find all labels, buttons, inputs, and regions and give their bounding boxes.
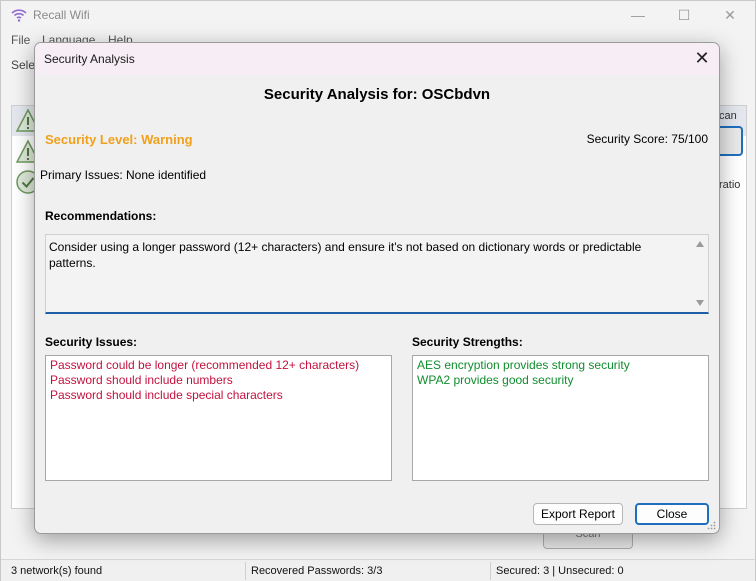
dialog-titlebar: Security Analysis ✕	[35, 43, 719, 75]
status-recovered: Recovered Passwords: 3/3	[251, 565, 383, 577]
list-item[interactable]: WPA2 provides good security	[417, 373, 704, 388]
recommendations-textbox[interactable]: Consider using a longer password (12+ ch…	[45, 234, 709, 314]
security-issues-list[interactable]: Password could be longer (recommended 12…	[45, 355, 392, 481]
list-item[interactable]: Password should include special characte…	[50, 388, 387, 403]
row-text-3: ratio	[719, 179, 741, 191]
status-networks: 3 network(s) found	[11, 565, 103, 577]
list-item[interactable]: Password should include numbers	[50, 373, 387, 388]
recommendations-scrollbar[interactable]	[692, 235, 708, 312]
security-strengths-list[interactable]: AES encryption provides strong security …	[412, 355, 709, 481]
app-title: Recall Wifi	[33, 8, 90, 22]
primary-issues: Primary Issues: None identified	[40, 168, 207, 182]
window-close-button[interactable]: ✕	[707, 1, 753, 29]
recommendations-text: Consider using a longer password (12+ ch…	[49, 240, 642, 270]
close-button[interactable]: Close	[635, 503, 709, 525]
statusbar: 3 network(s) found Recovered Passwords: …	[1, 559, 755, 581]
status-separator	[490, 562, 491, 580]
security-strengths-label: Security Strengths:	[412, 335, 523, 349]
security-score: Security Score: 75/100	[586, 132, 708, 146]
menu-file[interactable]: File	[11, 33, 30, 47]
security-analysis-dialog: Security Analysis ✕ Security Analysis fo…	[34, 42, 720, 534]
maximize-button[interactable]: ☐	[661, 1, 707, 29]
wifi-icon	[11, 9, 27, 22]
status-secured: Secured: 3 | Unsecured: 0	[496, 565, 624, 577]
security-level: Security Level: Warning	[45, 132, 193, 147]
minimize-button[interactable]: —	[615, 1, 661, 29]
list-item[interactable]: AES encryption provides strong security	[417, 358, 704, 373]
row-text-1: can	[719, 110, 737, 122]
recommendations-label: Recommendations:	[45, 209, 157, 223]
analysis-heading: Security Analysis for: OSCbdvn	[263, 86, 491, 103]
main-titlebar: Recall Wifi — ☐ ✕	[1, 1, 755, 29]
close-icon[interactable]: ✕	[685, 43, 719, 73]
list-item[interactable]: Password could be longer (recommended 12…	[50, 358, 387, 373]
scroll-down-icon[interactable]	[696, 300, 704, 306]
scroll-up-icon[interactable]	[696, 241, 704, 247]
security-issues-label: Security Issues:	[45, 335, 138, 349]
status-separator	[245, 562, 246, 580]
export-report-button[interactable]: Export Report	[533, 503, 623, 525]
dialog-title: Security Analysis	[44, 52, 135, 66]
resize-grip-icon[interactable]	[707, 521, 716, 530]
